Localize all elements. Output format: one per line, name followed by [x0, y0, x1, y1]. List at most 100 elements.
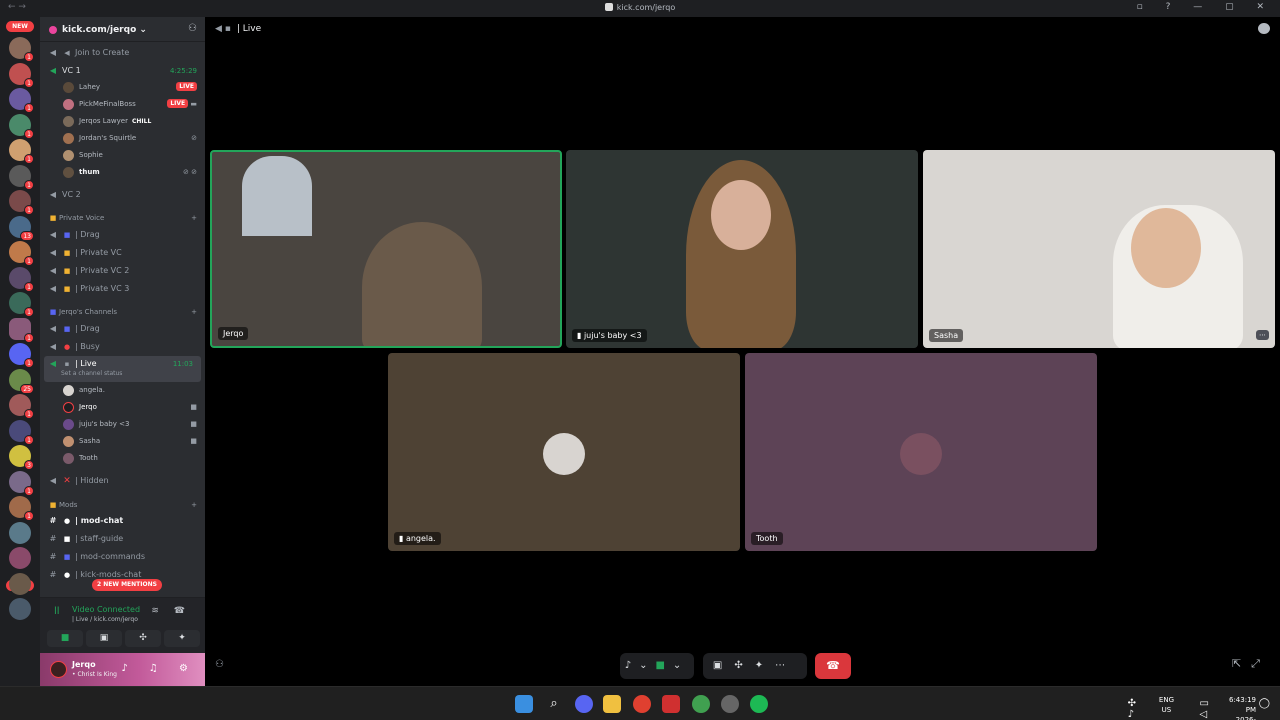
- server-icon[interactable]: 1: [9, 37, 34, 62]
- screenshare-button[interactable]: ▣: [86, 630, 122, 647]
- voice-user[interactable]: Jerqos Lawyer CHILL: [40, 113, 205, 130]
- server-icon[interactable]: 3: [9, 445, 34, 470]
- add-channel-icon[interactable]: +: [191, 304, 197, 320]
- server-icon[interactable]: 1: [9, 190, 34, 215]
- channel-staff-guide[interactable]: # ■ | staff-guide: [40, 531, 205, 547]
- disconnect-button[interactable]: ☎: [815, 653, 851, 679]
- voice-user[interactable]: thum ⊘ ⊘: [40, 164, 205, 181]
- chrome-profile-icon[interactable]: [692, 695, 710, 713]
- soundboard-button[interactable]: ✦: [164, 630, 200, 647]
- server-icon[interactable]: 1: [9, 62, 34, 88]
- participants-icon[interactable]: ⚇: [215, 659, 224, 670]
- category-private-voice[interactable]: ■ Private Voice +: [40, 210, 205, 226]
- server-icon[interactable]: 1: [9, 88, 34, 113]
- channel-hidden[interactable]: ◀ ✕ | Hidden: [40, 473, 205, 489]
- unread-badge: 1: [24, 179, 34, 190]
- channel-mod-commands[interactable]: # ■ | mod-commands: [40, 549, 205, 565]
- address-bar[interactable]: kick.com/jerqo: [0, 3, 1280, 12]
- channel-private-vc3[interactable]: ◀ ■ | Private VC 3: [40, 281, 205, 297]
- server-icon[interactable]: [9, 598, 31, 620]
- voice-user[interactable]: Sasha ■: [40, 433, 205, 450]
- add-channel-icon[interactable]: +: [191, 210, 197, 226]
- category-mods[interactable]: ■ Mods +: [40, 497, 205, 513]
- mic-headset-settings-icons[interactable]: ♪ ♫ ⚙: [121, 663, 197, 674]
- server-icon[interactable]: 1: [9, 317, 34, 343]
- channel-private-vc[interactable]: ◀ ■ | Private VC: [40, 245, 205, 261]
- channel-vc1[interactable]: ◀ VC 1 4:25:29: [40, 63, 205, 79]
- channel-vc2[interactable]: ◀ VC 2: [40, 187, 205, 203]
- video-tile[interactable]: Jerqo: [210, 150, 562, 348]
- voice-user[interactable]: Jordan's Squirtle ⊘: [40, 130, 205, 147]
- category-jerqos-channels[interactable]: ■ Jerqo's Channels +: [40, 304, 205, 320]
- voice-user[interactable]: Jerqo ■: [40, 399, 205, 416]
- folder-icon[interactable]: [603, 695, 621, 713]
- new-mentions-pill[interactable]: 2 NEW MENTIONS: [92, 579, 162, 591]
- server-icon[interactable]: 13: [9, 215, 34, 241]
- video-tile[interactable]: Sasha ⋯: [923, 150, 1275, 348]
- signal-icon[interactable]: ll: [54, 606, 60, 617]
- settings-icon[interactable]: [721, 695, 739, 713]
- server-icon[interactable]: 25: [9, 368, 34, 394]
- unread-badge: 1: [24, 511, 34, 521]
- channel-private-drag[interactable]: ◀ ■ | Drag: [40, 227, 205, 243]
- activities-button[interactable]: ✣: [125, 630, 161, 647]
- voice-channel-path[interactable]: | Live / kick.com/jerqo: [72, 616, 138, 623]
- chat-icon[interactable]: [1258, 23, 1270, 34]
- more-options-icon[interactable]: ⋯: [1256, 330, 1269, 340]
- voice-user[interactable]: Lahey LIVE: [40, 79, 205, 96]
- server-icon[interactable]: 1: [9, 241, 34, 266]
- chrome-icon[interactable]: [633, 695, 651, 713]
- video-tile[interactable]: Tooth: [745, 353, 1097, 551]
- channel-status[interactable]: Set a channel status: [61, 369, 122, 379]
- camera-button[interactable]: ■: [47, 630, 83, 647]
- add-member-icon[interactable]: ⚇: [188, 23, 197, 34]
- channel-drag[interactable]: ◀ ■ | Drag: [40, 321, 205, 337]
- server-icon[interactable]: 1: [9, 343, 34, 368]
- server-icon[interactable]: 1: [9, 394, 34, 419]
- tray-icons[interactable]: ✣ ♪: [1128, 698, 1142, 720]
- server-icon[interactable]: 1: [9, 164, 34, 190]
- hash-icon: #: [49, 534, 57, 543]
- server-icon[interactable]: 1: [9, 139, 34, 164]
- mic-camera-group[interactable]: ♪⌄■⌄: [620, 653, 694, 679]
- add-channel-icon[interactable]: +: [191, 497, 197, 513]
- language-indicator[interactable]: ENG US: [1159, 695, 1174, 715]
- channel-join-to-create[interactable]: ◀ ◀ Join to Create: [40, 45, 205, 61]
- notifications-icon[interactable]: ◯: [1259, 698, 1270, 709]
- voice-user[interactable]: PickMeFinalBoss LIVE ▬: [40, 96, 205, 113]
- voice-user[interactable]: juju's baby <3 ■: [40, 416, 205, 433]
- hash-icon: #: [49, 552, 57, 561]
- voice-user[interactable]: angela.: [40, 382, 205, 399]
- channel-live[interactable]: ◀ ▪ | Live 11:03 Set a channel status: [44, 356, 201, 382]
- network-volume-icons[interactable]: ▭ ◁: [1200, 698, 1214, 720]
- avatar[interactable]: [50, 661, 67, 678]
- server-icon[interactable]: [9, 521, 31, 544]
- video-tile[interactable]: ▮ juju's baby <3: [566, 150, 918, 348]
- server-header[interactable]: kick.com/jerqo ⌄ ⚇: [40, 17, 205, 42]
- voice-user[interactable]: Sophie: [40, 147, 205, 164]
- popout-fullscreen-icons[interactable]: ⇱⤢: [1232, 657, 1270, 671]
- channel-private-vc2[interactable]: ◀ ■ | Private VC 2: [40, 263, 205, 279]
- clock[interactable]: 6:43:19 PM2026-04-12: [1229, 695, 1256, 720]
- voice-user[interactable]: Tooth: [40, 450, 205, 467]
- channel-busy[interactable]: ◀ ● | Busy: [40, 339, 205, 355]
- start-icon[interactable]: [515, 695, 533, 713]
- channel-mod-chat[interactable]: # ● | mod-chat: [40, 513, 205, 529]
- server-icon[interactable]: [9, 572, 31, 595]
- server-icon[interactable]: 1: [9, 470, 34, 496]
- spotify-icon[interactable]: [750, 695, 768, 713]
- server-icon[interactable]: 1: [9, 419, 34, 445]
- app-icon[interactable]: [662, 695, 680, 713]
- server-icon[interactable]: [9, 547, 31, 569]
- search-icon[interactable]: ⌕: [545, 695, 563, 713]
- window-controls[interactable]: ▫ ? — ▢ ✕: [1137, 2, 1274, 12]
- video-tile[interactable]: ▮ angela.: [388, 353, 740, 551]
- discord-icon[interactable]: [575, 695, 593, 713]
- activity-controls[interactable]: ▣✣✦⋯: [703, 653, 807, 679]
- server-icon[interactable]: 1: [9, 496, 34, 521]
- server-icon[interactable]: 1: [9, 113, 34, 139]
- disconnect-icon[interactable]: ≋ ☎: [151, 606, 191, 616]
- server-icon[interactable]: 1: [9, 266, 34, 292]
- server-icon[interactable]: 1: [9, 292, 34, 317]
- server-logo-icon: [49, 26, 57, 34]
